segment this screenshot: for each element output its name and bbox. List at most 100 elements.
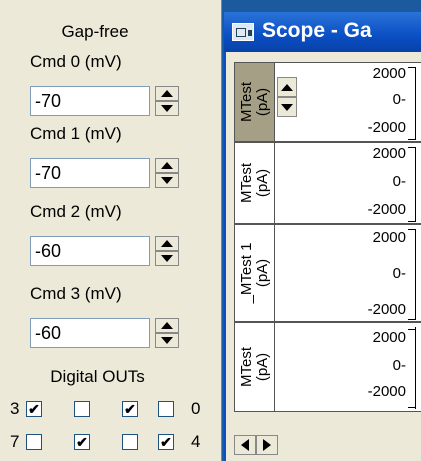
tick-mark <box>408 229 416 230</box>
arrow-up-icon <box>161 90 173 97</box>
digital-row-1-left-label: 7 <box>10 432 20 451</box>
arrow-up-icon <box>281 83 293 91</box>
tick-mark <box>408 147 416 148</box>
arrow-down-icon <box>161 177 173 184</box>
cmd3-stepper[interactable] <box>155 318 179 348</box>
y-min-label: -2000 <box>367 383 406 400</box>
channel-3-label: MTest (pA) <box>237 346 271 388</box>
y-zero-label: 0- <box>392 265 406 282</box>
y-axis-line <box>415 229 416 319</box>
digital-out-0-checkbox[interactable] <box>158 401 174 417</box>
channel-0-label-area[interactable]: MTest (pA) <box>235 63 275 141</box>
cmd3-label: Cmd 3 (mV) <box>30 284 122 303</box>
cmd0-down-button[interactable] <box>155 101 179 116</box>
scale-down-button[interactable] <box>277 97 297 117</box>
checkmark-icon: ✔ <box>28 401 40 417</box>
tick-mark <box>408 221 416 222</box>
channel-0-scale-stepper[interactable] <box>277 77 297 117</box>
y-zero-label: 0- <box>392 91 406 108</box>
digital-out-5-checkbox[interactable] <box>122 434 138 450</box>
tick-mark <box>408 67 416 68</box>
scope-window-icon <box>232 23 254 41</box>
y-axis-line <box>415 327 416 409</box>
digital-row-0: 3 ✔ ✔ 0 <box>8 399 208 419</box>
cmd2-down-button[interactable] <box>155 251 179 266</box>
digital-row-1: 7 ✔ ✔ 4 <box>8 432 208 452</box>
cmd1-up-button[interactable] <box>155 158 179 173</box>
cmd3-down-button[interactable] <box>155 333 179 348</box>
tick-mark <box>408 319 416 320</box>
arrow-down-icon <box>161 255 173 262</box>
dot-icon <box>248 30 252 36</box>
y-axis-line <box>415 67 416 139</box>
protocol-panel: Gap-free Cmd 0 (mV) Cmd 1 (mV) Cmd 2 (mV… <box>0 0 222 461</box>
digital-out-3-checkbox[interactable]: ✔ <box>26 401 42 417</box>
checkmark-icon: ✔ <box>160 434 172 450</box>
tick-mark <box>408 407 416 408</box>
y-min-label: -2000 <box>367 201 406 218</box>
cmd2-stepper[interactable] <box>155 236 179 266</box>
digital-out-6-checkbox[interactable]: ✔ <box>74 434 90 450</box>
cmd1-down-button[interactable] <box>155 173 179 188</box>
channel-3-label-area[interactable]: MTest (pA) <box>235 323 275 411</box>
y-zero-label: 0- <box>392 173 406 190</box>
digital-outs-label: Digital OUTs <box>50 367 145 386</box>
arrow-up-icon <box>161 162 173 169</box>
checkmark-icon: ✔ <box>124 401 136 417</box>
cmd2-label: Cmd 2 (mV) <box>30 202 122 221</box>
checkmark-icon: ✔ <box>76 434 88 450</box>
digital-row-1-right-label: 4 <box>191 432 201 451</box>
y-min-label: -2000 <box>367 301 406 318</box>
digital-row-0-left-label: 3 <box>10 399 20 418</box>
y-max-label: 2000 <box>372 65 406 82</box>
y-max-label: 2000 <box>372 229 406 246</box>
cmd3-up-button[interactable] <box>155 318 179 333</box>
arrow-down-icon <box>161 105 173 112</box>
tick-mark <box>408 139 416 140</box>
digital-out-2-checkbox[interactable] <box>74 401 90 417</box>
y-max-label: 2000 <box>372 145 406 162</box>
cmd0-stepper[interactable] <box>155 86 179 116</box>
y-min-label: -2000 <box>367 119 406 136</box>
channel-1-label-area[interactable]: MTest (pA) <box>235 143 275 223</box>
y-axis-line <box>415 147 416 221</box>
channel-2-label: _MTest 1 (pA) <box>237 242 271 304</box>
panel-title: Gap-free <box>61 22 129 41</box>
arrow-down-icon <box>281 103 293 111</box>
scope-window: Scope - Ga MTest (pA) 2000 0- -2000 MTes… <box>224 12 421 461</box>
arrow-left-icon <box>241 439 249 451</box>
channel-2[interactable]: _MTest 1 (pA) 2000 0- -2000 <box>234 224 421 322</box>
cmd0-up-button[interactable] <box>155 86 179 101</box>
arrow-up-icon <box>161 240 173 247</box>
arrow-up-icon <box>161 322 173 329</box>
scroll-right-button[interactable] <box>256 435 278 455</box>
cmd1-label: Cmd 1 (mV) <box>30 124 122 143</box>
cmd1-input[interactable] <box>30 158 150 188</box>
scope-body: MTest (pA) 2000 0- -2000 MTest (pA) 2000… <box>224 52 421 461</box>
digital-row-0-right-label: 0 <box>191 399 201 418</box>
scale-up-button[interactable] <box>277 77 297 97</box>
cmd1-stepper[interactable] <box>155 158 179 188</box>
tick-mark <box>408 329 416 330</box>
cmd3-input[interactable] <box>30 318 150 348</box>
channel-1-label: MTest (pA) <box>237 162 271 204</box>
y-max-label: 2000 <box>372 329 406 346</box>
channel-3[interactable]: MTest (pA) 2000 0- -2000 <box>234 322 421 412</box>
arrow-down-icon <box>161 337 173 344</box>
cmd0-label: Cmd 0 (mV) <box>30 52 122 71</box>
grid-icon <box>236 28 246 37</box>
cmd2-up-button[interactable] <box>155 236 179 251</box>
channel-0-label: MTest (pA) <box>237 81 271 123</box>
digital-out-1-checkbox[interactable]: ✔ <box>122 401 138 417</box>
scroll-left-button[interactable] <box>234 435 256 455</box>
scope-title: Scope - Ga <box>262 19 372 42</box>
cmd2-input[interactable] <box>30 236 150 266</box>
cmd0-input[interactable] <box>30 86 150 116</box>
channel-0[interactable]: MTest (pA) 2000 0- -2000 <box>234 62 421 142</box>
scope-titlebar[interactable]: Scope - Ga <box>224 12 421 52</box>
digital-out-7-checkbox[interactable] <box>26 434 42 450</box>
y-zero-label: 0- <box>392 357 406 374</box>
channel-2-label-area[interactable]: _MTest 1 (pA) <box>235 225 275 321</box>
channel-1[interactable]: MTest (pA) 2000 0- -2000 <box>234 142 421 224</box>
digital-out-4-checkbox[interactable]: ✔ <box>158 434 174 450</box>
